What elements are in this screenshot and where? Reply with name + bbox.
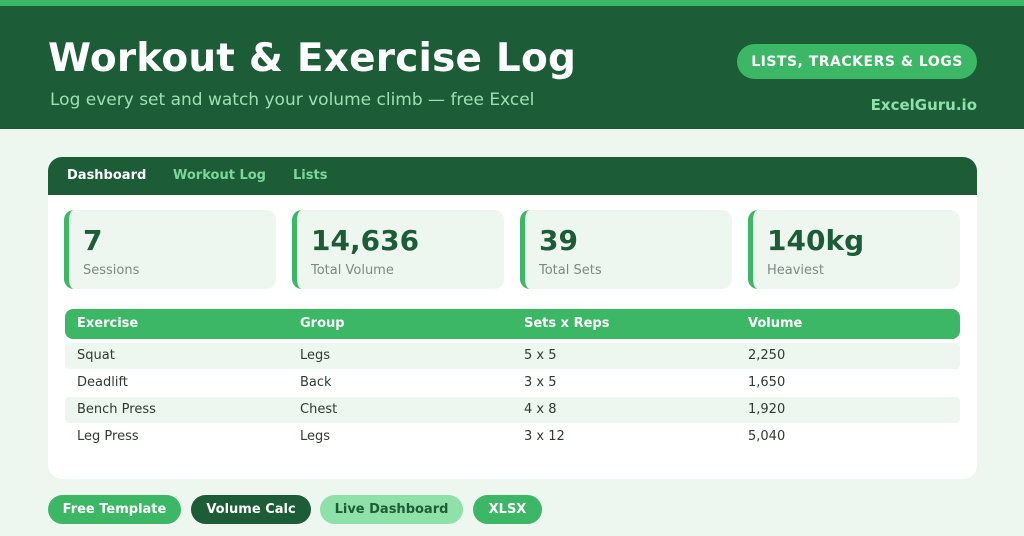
chip-xlsx[interactable]: XLSX xyxy=(473,495,542,524)
tab-dashboard[interactable]: Dashboard xyxy=(67,168,146,183)
stat-card-total-volume: 14,636 Total Volume xyxy=(292,210,504,289)
stat-card-total-sets: 39 Total Sets xyxy=(520,210,732,289)
cell-sets-reps: 5 x 5 xyxy=(524,348,557,363)
stat-value: 39 xyxy=(539,224,578,257)
cell-exercise: Leg Press xyxy=(77,429,139,444)
column-header-sets-reps: Sets x Reps xyxy=(524,316,610,331)
stat-label: Total Sets xyxy=(539,263,602,278)
table-row: Leg Press Legs 3 x 12 5,040 xyxy=(65,424,960,450)
page-subtitle: Log every set and watch your volume clim… xyxy=(50,90,535,110)
cell-exercise: Deadlift xyxy=(77,375,128,390)
page-title: Workout & Exercise Log xyxy=(48,36,577,81)
stat-label: Total Volume xyxy=(311,263,394,278)
tab-bar: Dashboard Workout Log Lists xyxy=(48,157,977,195)
chip-free-template[interactable]: Free Template xyxy=(48,495,181,524)
page-header: Workout & Exercise Log Log every set and… xyxy=(0,6,1024,129)
stat-label: Heaviest xyxy=(767,263,824,278)
stat-card-sessions: 7 Sessions xyxy=(64,210,276,289)
cell-volume: 2,250 xyxy=(748,348,786,363)
column-header-group: Group xyxy=(300,316,345,331)
cell-group: Legs xyxy=(300,429,331,444)
stat-value: 14,636 xyxy=(311,224,420,257)
chip-live-dashboard[interactable]: Live Dashboard xyxy=(320,495,463,524)
dashboard-card: Dashboard Workout Log Lists 7 Sessions 1… xyxy=(48,157,977,479)
table-header: Exercise Group Sets x Reps Volume xyxy=(65,309,960,339)
tab-workout-log[interactable]: Workout Log xyxy=(173,168,266,183)
column-header-volume: Volume xyxy=(748,316,803,331)
cell-exercise: Bench Press xyxy=(77,402,156,417)
cell-sets-reps: 3 x 12 xyxy=(524,429,565,444)
cell-volume: 1,920 xyxy=(748,402,786,417)
brand-link[interactable]: ExcelGuru.io xyxy=(867,96,977,114)
table-row: Deadlift Back 3 x 5 1,650 xyxy=(65,370,960,396)
chip-volume-calc[interactable]: Volume Calc xyxy=(191,495,311,524)
stat-value: 7 xyxy=(83,224,103,257)
stat-card-heaviest: 140kg Heaviest xyxy=(748,210,960,289)
cell-volume: 1,650 xyxy=(748,375,786,390)
table-row: Squat Legs 5 x 5 2,250 xyxy=(65,343,960,369)
cell-group: Legs xyxy=(300,348,331,363)
tab-lists[interactable]: Lists xyxy=(293,168,327,183)
cell-group: Back xyxy=(300,375,332,390)
stat-value: 140kg xyxy=(767,224,865,257)
stat-label: Sessions xyxy=(83,263,140,278)
column-header-exercise: Exercise xyxy=(77,316,139,331)
cell-group: Chest xyxy=(300,402,338,417)
cell-exercise: Squat xyxy=(77,348,115,363)
table-row: Bench Press Chest 4 x 8 1,920 xyxy=(65,397,960,423)
cell-sets-reps: 3 x 5 xyxy=(524,375,557,390)
cell-sets-reps: 4 x 8 xyxy=(524,402,557,417)
category-pill-button[interactable]: LISTS, TRACKERS & LOGS xyxy=(737,44,977,79)
cell-volume: 5,040 xyxy=(748,429,786,444)
